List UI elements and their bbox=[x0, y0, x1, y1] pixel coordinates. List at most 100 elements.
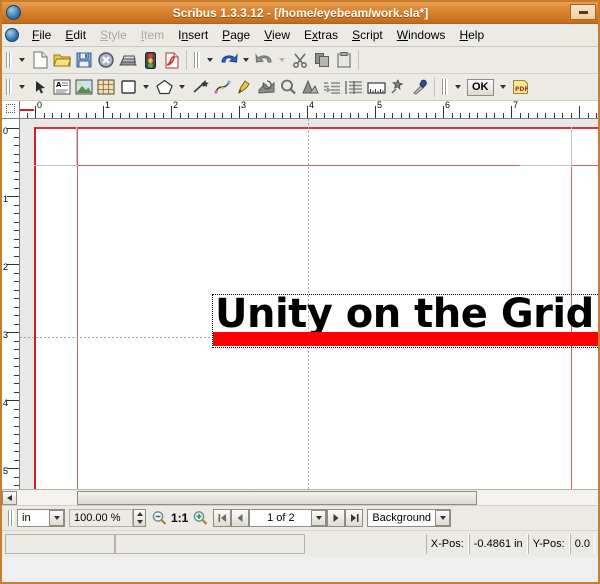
paste-icon[interactable] bbox=[333, 49, 355, 71]
ruler-tick-h bbox=[579, 106, 580, 118]
shape-icon[interactable] bbox=[117, 76, 139, 98]
ruler-tick-v bbox=[7, 332, 19, 333]
ruler-tick-v bbox=[14, 425, 19, 427]
next-page-icon[interactable] bbox=[327, 509, 346, 527]
toolbar-grip-edit[interactable] bbox=[193, 51, 202, 69]
pdf-tools-icon[interactable]: PDF bbox=[510, 76, 532, 98]
line-icon[interactable] bbox=[189, 76, 211, 98]
polygon-icon[interactable] bbox=[153, 76, 175, 98]
guide-vertical-blue[interactable] bbox=[76, 127, 77, 167]
zoom-100-button[interactable]: 1:1 bbox=[169, 511, 190, 525]
zoom-out-icon[interactable] bbox=[149, 508, 169, 528]
open-folder-icon[interactable] bbox=[51, 49, 73, 71]
ruler-tick-h bbox=[562, 113, 563, 118]
polygon-dropdown-button[interactable] bbox=[175, 76, 189, 98]
undo-arrow-icon[interactable] bbox=[217, 49, 239, 71]
shape-dropdown-button[interactable] bbox=[139, 76, 153, 98]
statusbar-grip[interactable] bbox=[7, 509, 16, 527]
zoom-spinner[interactable] bbox=[133, 509, 146, 527]
menu-item-view[interactable]: View bbox=[257, 26, 297, 44]
page-combo-arrow-icon[interactable] bbox=[311, 510, 327, 526]
table-frame-icon[interactable] bbox=[95, 76, 117, 98]
text-frame-icon[interactable]: A bbox=[51, 76, 73, 98]
page-indicator-combo[interactable]: 1 of 2 bbox=[249, 509, 328, 527]
status-bar: in 100.00 % 1:1 1 of 2 Background bbox=[2, 505, 598, 530]
freehand-line-icon[interactable] bbox=[233, 76, 255, 98]
print-icon[interactable] bbox=[117, 49, 139, 71]
unit-combo[interactable]: in bbox=[17, 509, 65, 527]
menu-item-help[interactable]: Help bbox=[452, 26, 491, 44]
menu-item-extras[interactable]: Extras bbox=[297, 26, 345, 44]
undo-dropdown-button[interactable] bbox=[239, 49, 253, 71]
rotate-item-icon[interactable] bbox=[255, 76, 277, 98]
zoom-spin-down[interactable] bbox=[134, 518, 145, 526]
close-document-icon[interactable] bbox=[95, 49, 117, 71]
copy-icon[interactable] bbox=[311, 49, 333, 71]
layer-combo-arrow-icon[interactable] bbox=[435, 510, 451, 526]
preflight-verifier-icon[interactable] bbox=[139, 49, 161, 71]
scissors-icon[interactable] bbox=[289, 49, 311, 71]
pdf-ok-button[interactable]: OK bbox=[467, 78, 494, 96]
zoom-field[interactable]: 100.00 % bbox=[69, 509, 133, 527]
first-page-icon[interactable] bbox=[213, 509, 232, 527]
ruler-tick-h bbox=[111, 113, 113, 118]
select-pointer-icon[interactable] bbox=[29, 76, 51, 98]
ruler-tick-v bbox=[14, 187, 19, 189]
ruler-label-v: 0 bbox=[3, 126, 9, 136]
new-document-icon[interactable] bbox=[29, 49, 51, 71]
guide-horizontal-blue[interactable] bbox=[34, 165, 78, 166]
menu-item-windows[interactable]: Windows bbox=[390, 26, 453, 44]
toolbar-tools-overflow-button[interactable] bbox=[15, 76, 29, 98]
measurements-icon[interactable] bbox=[365, 76, 387, 98]
image-frame-icon[interactable] bbox=[73, 76, 95, 98]
bezier-curve-icon[interactable] bbox=[211, 76, 233, 98]
toolbar-file-overflow-button[interactable] bbox=[15, 49, 29, 71]
toolbar-grip-file[interactable] bbox=[5, 51, 14, 69]
ruler-tick-v bbox=[14, 247, 19, 248]
link-text-frames-icon[interactable] bbox=[321, 76, 343, 98]
document-canvas[interactable]: Unity on the Grid bbox=[20, 119, 598, 505]
layer-combo[interactable]: Background bbox=[367, 509, 452, 527]
eyedropper-icon[interactable] bbox=[409, 76, 431, 98]
vertical-ruler[interactable]: 0 1 2 3 4 5 bbox=[2, 119, 20, 505]
zoom-icon[interactable] bbox=[277, 76, 299, 98]
horizontal-scroll-thumb[interactable] bbox=[77, 490, 477, 505]
last-page-icon[interactable] bbox=[345, 509, 364, 527]
ruler-origin-button[interactable] bbox=[2, 101, 20, 119]
export-pdf-icon[interactable] bbox=[161, 49, 183, 71]
ruler-tick-v bbox=[14, 238, 19, 240]
guide-vertical-blue-2[interactable] bbox=[571, 127, 572, 167]
save-icon[interactable] bbox=[73, 49, 95, 71]
ruler-tick-h bbox=[451, 113, 453, 118]
toolbar-pdf-overflow-button[interactable] bbox=[451, 76, 465, 98]
horizontal-ruler[interactable]: 0 1 2 3 4 5 6 7 bbox=[20, 101, 598, 119]
unit-combo-arrow-icon[interactable] bbox=[49, 510, 64, 526]
zoom-spin-up[interactable] bbox=[134, 510, 145, 518]
menu-item-page[interactable]: Page bbox=[215, 26, 257, 44]
menu-app-icon[interactable] bbox=[5, 28, 19, 42]
toolbar-grip-pdf[interactable] bbox=[441, 78, 450, 96]
unlink-text-frames-icon[interactable] bbox=[343, 76, 365, 98]
menu-item-file[interactable]: File bbox=[25, 26, 58, 44]
title-bar[interactable]: Scribus 1.3.3.12 - [/home/eyebeam/work.s… bbox=[2, 2, 598, 24]
pdf-ok-dropdown-button[interactable] bbox=[496, 76, 510, 98]
text-frame-title[interactable]: Unity on the Grid bbox=[212, 291, 598, 348]
menu-item-insert[interactable]: Insert bbox=[171, 26, 215, 44]
menu-item-edit[interactable]: Edit bbox=[58, 26, 93, 44]
toolbar-separator-1 bbox=[186, 50, 187, 70]
toolbar-grip-tools[interactable] bbox=[5, 78, 14, 96]
ruler-tick-v bbox=[14, 434, 19, 435]
horizontal-scroll-trough[interactable] bbox=[17, 490, 598, 505]
edit-contents-icon[interactable] bbox=[299, 76, 321, 98]
guide-horizontal-blue-2[interactable] bbox=[520, 165, 572, 166]
zoom-in-icon[interactable] bbox=[190, 508, 210, 528]
toolbar-edit-overflow-button[interactable] bbox=[203, 49, 217, 71]
ruler-label-v: 4 bbox=[3, 398, 9, 408]
horizontal-scrollbar[interactable] bbox=[2, 489, 598, 505]
ruler-tick-h bbox=[86, 113, 87, 118]
menu-item-script[interactable]: Script bbox=[345, 26, 390, 44]
previous-page-icon[interactable] bbox=[231, 509, 250, 527]
scroll-left-button[interactable] bbox=[2, 490, 17, 505]
minimize-button[interactable] bbox=[570, 4, 596, 20]
copy-item-properties-icon[interactable] bbox=[387, 76, 409, 98]
